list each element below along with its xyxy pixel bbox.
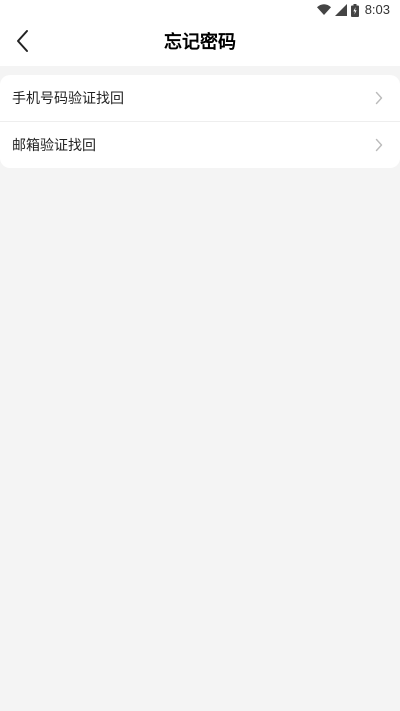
back-arrow-icon	[16, 29, 30, 57]
page-title: 忘记密码	[164, 32, 236, 53]
menu-item-phone-recovery[interactable]: 手机号码验证找回	[0, 75, 400, 121]
status-icons: 8:03	[316, 2, 390, 17]
wifi-icon	[316, 4, 331, 16]
recovery-options-card: 手机号码验证找回 邮箱验证找回	[0, 75, 400, 168]
menu-item-label: 邮箱验证找回	[12, 138, 96, 154]
back-button[interactable]	[8, 28, 38, 58]
signal-icon	[334, 4, 347, 16]
status-time: 8:03	[364, 2, 390, 17]
chevron-right-icon	[374, 138, 384, 152]
menu-item-email-recovery[interactable]: 邮箱验证找回	[0, 121, 400, 168]
battery-icon	[350, 3, 359, 17]
status-bar: 8:03	[0, 0, 400, 20]
chevron-right-icon	[374, 91, 384, 105]
menu-item-label: 手机号码验证找回	[12, 91, 124, 107]
nav-bar: 忘记密码	[0, 20, 400, 66]
